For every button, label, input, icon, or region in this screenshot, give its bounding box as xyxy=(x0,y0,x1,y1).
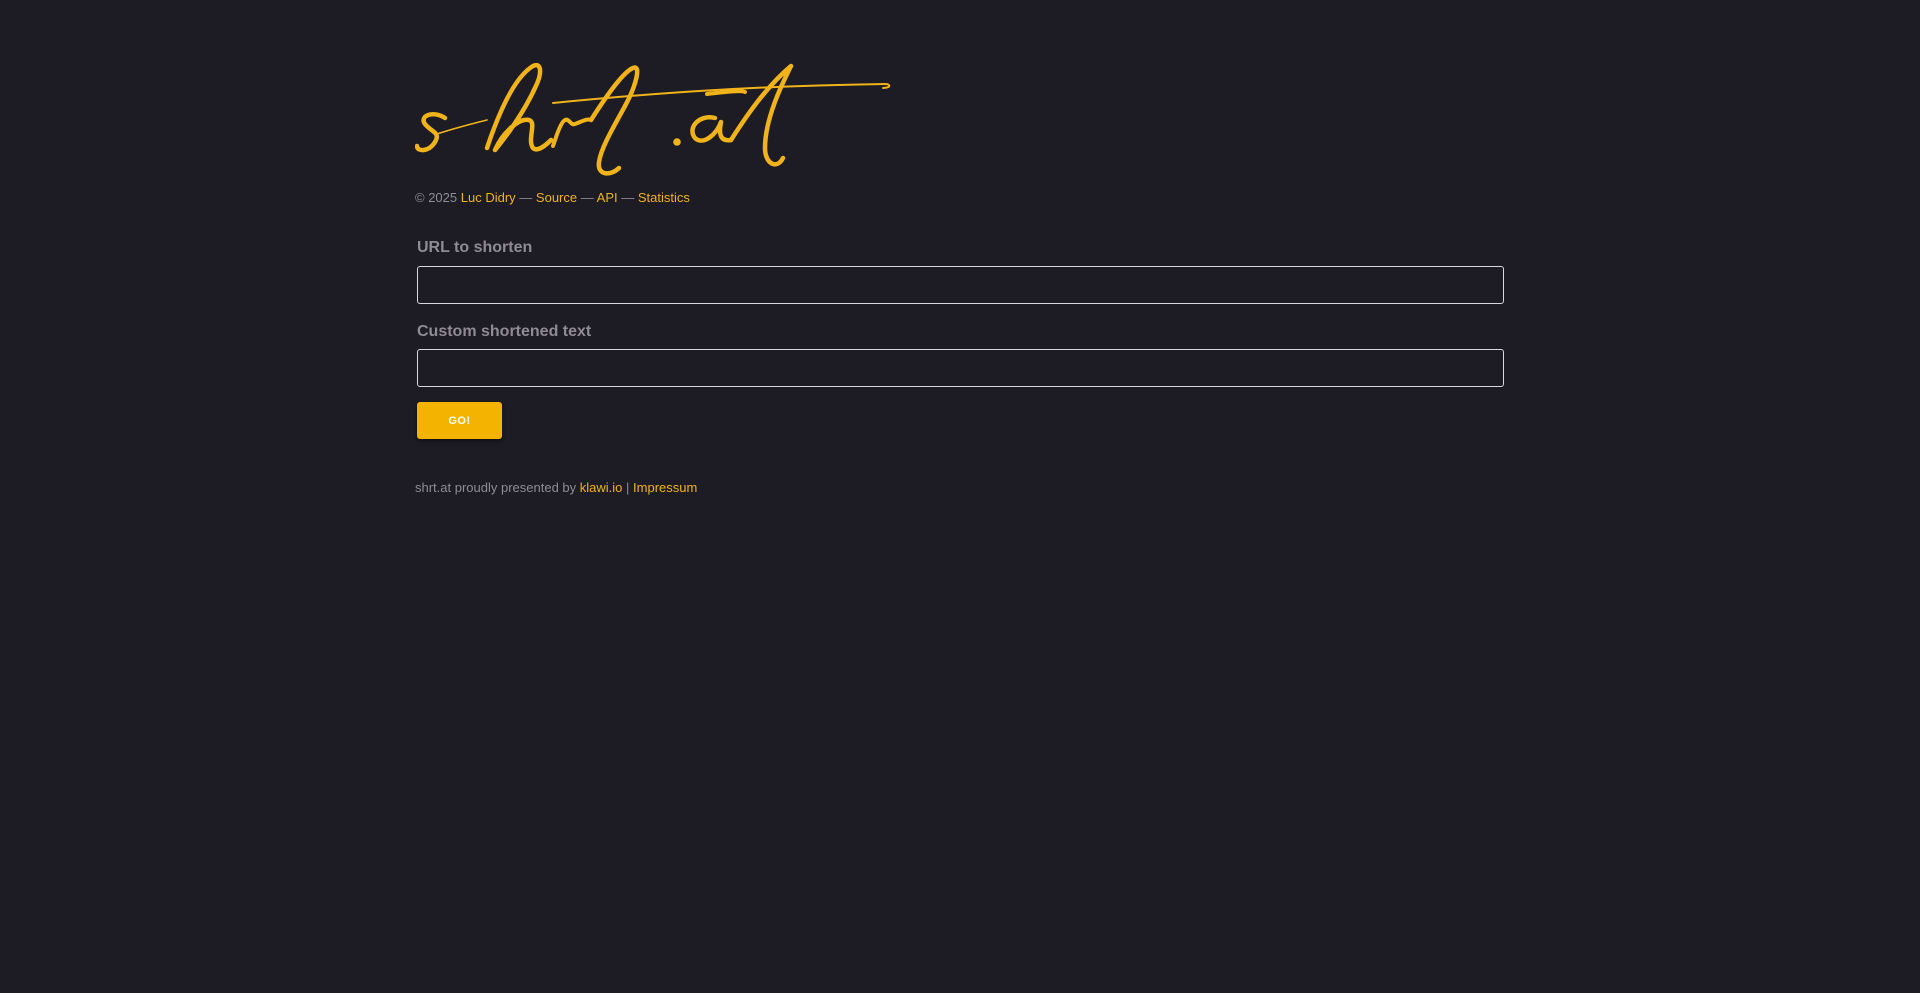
logo-dot xyxy=(673,138,681,146)
footer: shrt.at proudly presented by klawi.io | … xyxy=(415,480,697,496)
separator: — xyxy=(580,190,594,205)
go-button[interactable]: GO! xyxy=(417,402,502,439)
custom-text-input[interactable] xyxy=(417,349,1504,387)
logo xyxy=(415,58,895,182)
api-link[interactable]: API xyxy=(597,190,618,205)
custom-text-label: Custom shortened text xyxy=(417,323,592,340)
url-input[interactable] xyxy=(417,266,1504,304)
statistics-link[interactable]: Statistics xyxy=(638,190,690,205)
source-link[interactable]: Source xyxy=(536,190,577,205)
klawi-link[interactable]: klawi.io xyxy=(580,480,623,495)
footer-divider: | xyxy=(626,480,630,495)
page: © 2025 Luc Didry — Source — API — Statis… xyxy=(0,0,1920,993)
impressum-link[interactable]: Impressum xyxy=(633,480,697,495)
url-label: URL to shorten xyxy=(417,239,533,256)
copyright-text: © 2025 xyxy=(415,190,458,205)
separator: — xyxy=(621,190,635,205)
separator: — xyxy=(519,190,533,205)
credits-line: © 2025 Luc Didry — Source — API — Statis… xyxy=(415,190,690,206)
footer-prefix: shrt.at proudly presented by xyxy=(415,480,577,495)
author-link[interactable]: Luc Didry xyxy=(461,190,516,205)
logo-script-image xyxy=(415,62,891,176)
